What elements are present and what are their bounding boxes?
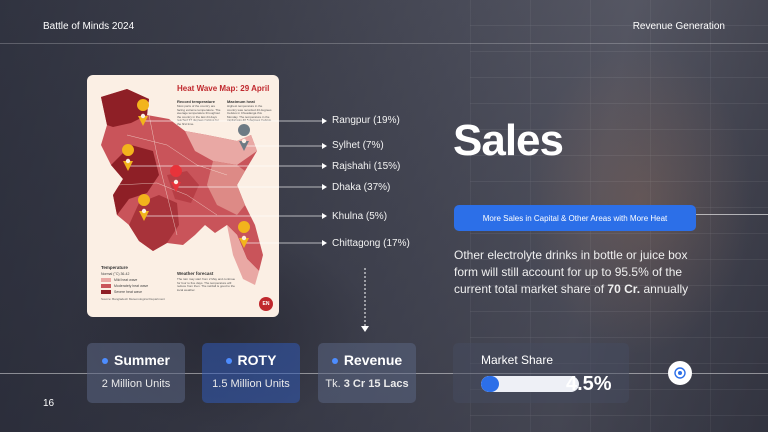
market-share-value: 4.5% bbox=[566, 373, 612, 395]
legend-swatch bbox=[101, 278, 111, 282]
target-icon bbox=[674, 367, 686, 379]
stat-card-revenue: Revenue Tk. 3 Cr 15 Lacs bbox=[318, 343, 416, 403]
region-label-khulna: Khulna (5%) bbox=[332, 211, 388, 222]
stat-title: Summer bbox=[113, 352, 171, 368]
legend-unit: Normal (°C) 36-42 bbox=[101, 272, 130, 276]
page-number: 16 bbox=[43, 398, 55, 409]
stat-title: Revenue bbox=[343, 352, 403, 368]
stat-card-roty: ROTY 1.5 Million Units bbox=[202, 343, 300, 403]
record-text: Most parts of the country are facing ext… bbox=[177, 104, 221, 126]
sales-title: Sales bbox=[453, 116, 564, 165]
region-label-sylhet: Sylhet (7%) bbox=[332, 140, 384, 151]
legend-swatch bbox=[101, 284, 111, 288]
legend-item: Severe heat wave bbox=[101, 290, 142, 294]
event-title: Battle of Minds 2024 bbox=[43, 21, 135, 32]
stat-value: 2 Million Units bbox=[101, 378, 171, 390]
market-share-label: Market Share bbox=[481, 353, 554, 367]
max-text: Highest temperature in the country was r… bbox=[227, 104, 272, 123]
bullet-icon bbox=[101, 358, 108, 365]
map-title: Heat Wave Map: 29 April bbox=[177, 84, 270, 93]
header-divider bbox=[0, 43, 768, 44]
stat-title: ROTY bbox=[237, 352, 277, 368]
legend-title: Temperature bbox=[101, 265, 128, 270]
region-label-dhaka: Dhaka (37%) bbox=[332, 182, 391, 193]
highlight-button[interactable]: More Sales in Capital & Other Areas with… bbox=[454, 205, 696, 231]
legend-item: Mild heat wave bbox=[101, 278, 137, 282]
bullet-icon bbox=[331, 358, 338, 365]
en-logo: EN bbox=[259, 297, 273, 311]
stat-value: 1.5 Million Units bbox=[212, 378, 290, 390]
market-share-card: Market Share 4.5% bbox=[453, 343, 629, 403]
map-source: Source: Bangladesh Meteorological Depart… bbox=[101, 297, 165, 301]
arrow-down-icon bbox=[361, 268, 369, 332]
stat-value: Tk. 3 Cr 15 Lacs bbox=[325, 378, 409, 390]
heat-wave-map: Heat Wave Map: 29 April Record temperatu… bbox=[87, 75, 279, 317]
region-label-chittagong: Chittagong (17%) bbox=[332, 238, 410, 249]
legend-item: Moderately heat wave bbox=[101, 284, 148, 288]
market-share-bar bbox=[481, 376, 579, 392]
bullet-icon bbox=[225, 358, 232, 365]
section-title: Revenue Generation bbox=[632, 21, 725, 32]
region-label-rajshahi: Rajshahi (15%) bbox=[332, 161, 401, 172]
market-share-fill bbox=[481, 376, 499, 392]
sales-description: Other electrolyte drinks in bottle or ju… bbox=[454, 248, 689, 296]
region-label-rangpur: Rangpur (19%) bbox=[332, 115, 400, 126]
target-button[interactable] bbox=[668, 361, 692, 385]
forecast-text: The rain may start from 2 May and contin… bbox=[177, 277, 236, 292]
forecast-title: Weather forecast bbox=[177, 271, 214, 276]
legend-swatch bbox=[101, 290, 111, 294]
stat-card-summer: Summer 2 Million Units bbox=[87, 343, 185, 403]
